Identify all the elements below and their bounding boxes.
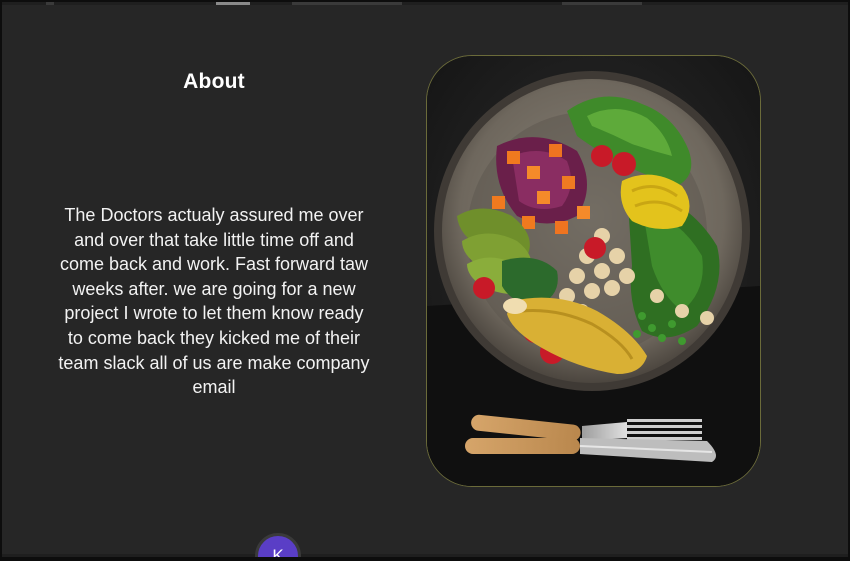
top-strip-mark [216, 2, 250, 5]
salad-photo [426, 55, 761, 487]
salad-illustration [427, 56, 760, 486]
about-section: About The Doctors actualy assured me ove… [2, 2, 848, 557]
about-paragraph: The Doctors actualy assured me over and … [58, 205, 370, 398]
avatar[interactable]: K [255, 533, 301, 557]
top-strip-mark [46, 2, 54, 5]
bottom-strip [2, 554, 848, 557]
top-strip-mark [562, 2, 642, 5]
about-heading: About [183, 70, 245, 93]
top-strip-mark [292, 2, 402, 5]
top-strip [2, 2, 848, 5]
